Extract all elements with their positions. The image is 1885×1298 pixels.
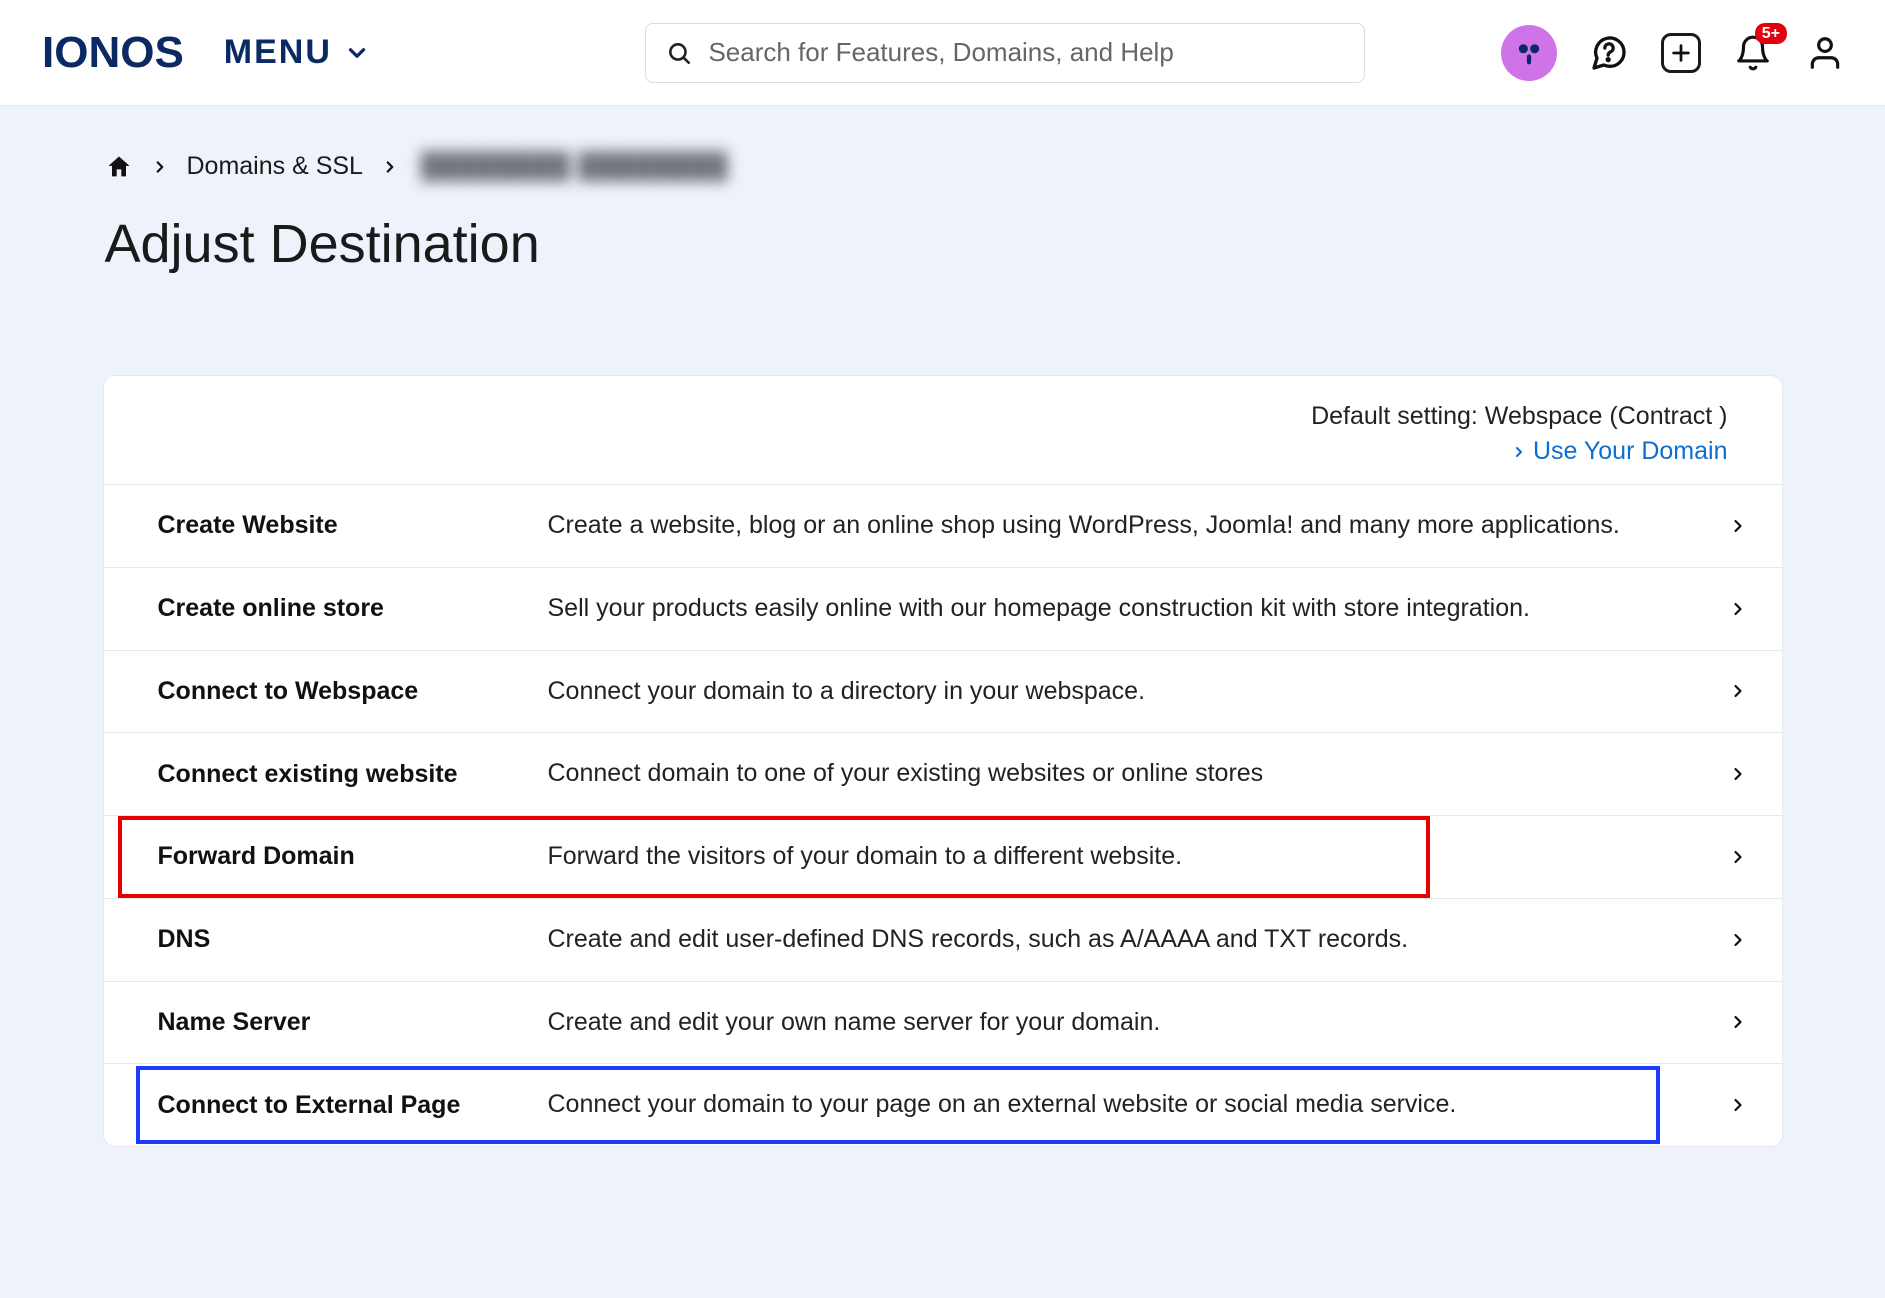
add-icon[interactable] — [1661, 33, 1701, 73]
chevron-right-icon — [1720, 847, 1756, 867]
option-title: Forward Domain — [158, 842, 548, 871]
option-title: Connect to Webspace — [158, 677, 548, 706]
option-create-online-store[interactable]: Create online storeSell your products ea… — [104, 568, 1782, 651]
option-dns[interactable]: DNSCreate and edit user-defined DNS reco… — [104, 899, 1782, 982]
chevron-right-icon — [1720, 1095, 1756, 1115]
search-field[interactable] — [645, 23, 1365, 83]
chevron-right-icon — [1720, 1012, 1756, 1032]
notifications-icon[interactable]: 5+ — [1733, 33, 1773, 73]
option-connect-webspace[interactable]: Connect to WebspaceConnect your domain t… — [104, 651, 1782, 734]
notification-badge: 5+ — [1755, 23, 1787, 44]
option-description: Sell your products easily online with ou… — [548, 592, 1720, 626]
brand-logo[interactable]: IONOS — [42, 28, 184, 78]
chevron-right-icon — [1720, 516, 1756, 536]
breadcrumb: Domains & SSL ████████ ████████ — [103, 152, 1783, 181]
option-description: Connect your domain to a directory in yo… — [548, 675, 1720, 709]
search-input[interactable] — [706, 36, 1344, 69]
option-title: Create online store — [158, 594, 548, 623]
chevron-down-icon — [344, 40, 370, 66]
chevron-right-icon — [381, 158, 399, 176]
main-menu-label: MENU — [224, 33, 332, 72]
help-icon[interactable] — [1589, 33, 1629, 73]
top-bar: IONOS MENU 5+ — [0, 0, 1885, 106]
use-your-domain-label: Use Your Domain — [1533, 437, 1728, 466]
assistant-avatar[interactable] — [1501, 25, 1557, 81]
chevron-right-icon — [1720, 930, 1756, 950]
panel-header: Default setting: Webspace (Contract ) Us… — [104, 376, 1782, 485]
chevron-right-icon — [1720, 681, 1756, 701]
option-forward-domain[interactable]: Forward DomainForward the visitors of yo… — [104, 816, 1782, 899]
chevron-right-icon — [1720, 764, 1756, 784]
option-title: Connect to External Page — [158, 1091, 548, 1120]
option-title: Create Website — [158, 511, 548, 540]
option-title: Connect existing website — [158, 760, 548, 789]
chevron-right-icon — [1720, 599, 1756, 619]
option-description: Create a website, blog or an online shop… — [548, 509, 1720, 543]
use-your-domain-link[interactable]: Use Your Domain — [1511, 437, 1728, 466]
option-title: DNS — [158, 925, 548, 954]
options-list: Create WebsiteCreate a website, blog or … — [104, 485, 1782, 1146]
option-name-server[interactable]: Name ServerCreate and edit your own name… — [104, 982, 1782, 1065]
breadcrumb-home[interactable] — [105, 153, 133, 181]
page-main: Domains & SSL ████████ ████████ Adjust D… — [103, 106, 1783, 1147]
option-connect-existing-website[interactable]: Connect existing websiteConnect domain t… — [104, 733, 1782, 816]
option-description: Create and edit user-defined DNS records… — [548, 923, 1720, 957]
default-setting-text: Default setting: Webspace (Contract ) — [158, 402, 1728, 431]
option-title: Name Server — [158, 1008, 548, 1037]
option-create-website[interactable]: Create WebsiteCreate a website, blog or … — [104, 485, 1782, 568]
breadcrumb-domains-ssl[interactable]: Domains & SSL — [187, 152, 363, 181]
search-icon — [666, 40, 692, 66]
option-description: Connect your domain to your page on an e… — [548, 1088, 1720, 1122]
home-icon — [105, 153, 133, 181]
account-icon[interactable] — [1805, 33, 1845, 73]
destination-panel: Default setting: Webspace (Contract ) Us… — [103, 375, 1783, 1147]
main-menu-button[interactable]: MENU — [224, 33, 370, 72]
option-connect-external-page[interactable]: Connect to External PageConnect your dom… — [104, 1064, 1782, 1146]
breadcrumb-current-blurred: ████████ ████████ — [417, 152, 732, 181]
chevron-right-icon — [1511, 444, 1527, 460]
header-tools: 5+ — [1501, 25, 1845, 81]
option-description: Create and edit your own name server for… — [548, 1006, 1720, 1040]
page-title: Adjust Destination — [105, 213, 1783, 275]
option-description: Connect domain to one of your existing w… — [548, 757, 1720, 791]
option-description: Forward the visitors of your domain to a… — [548, 840, 1720, 874]
chevron-right-icon — [151, 158, 169, 176]
